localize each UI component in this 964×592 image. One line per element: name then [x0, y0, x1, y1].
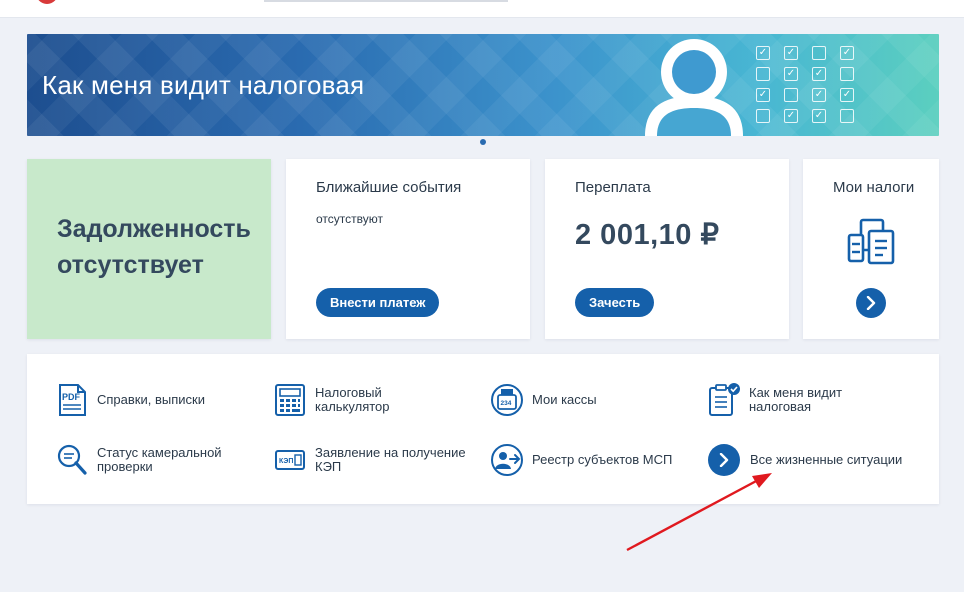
annotation-arrow: [626, 473, 772, 552]
